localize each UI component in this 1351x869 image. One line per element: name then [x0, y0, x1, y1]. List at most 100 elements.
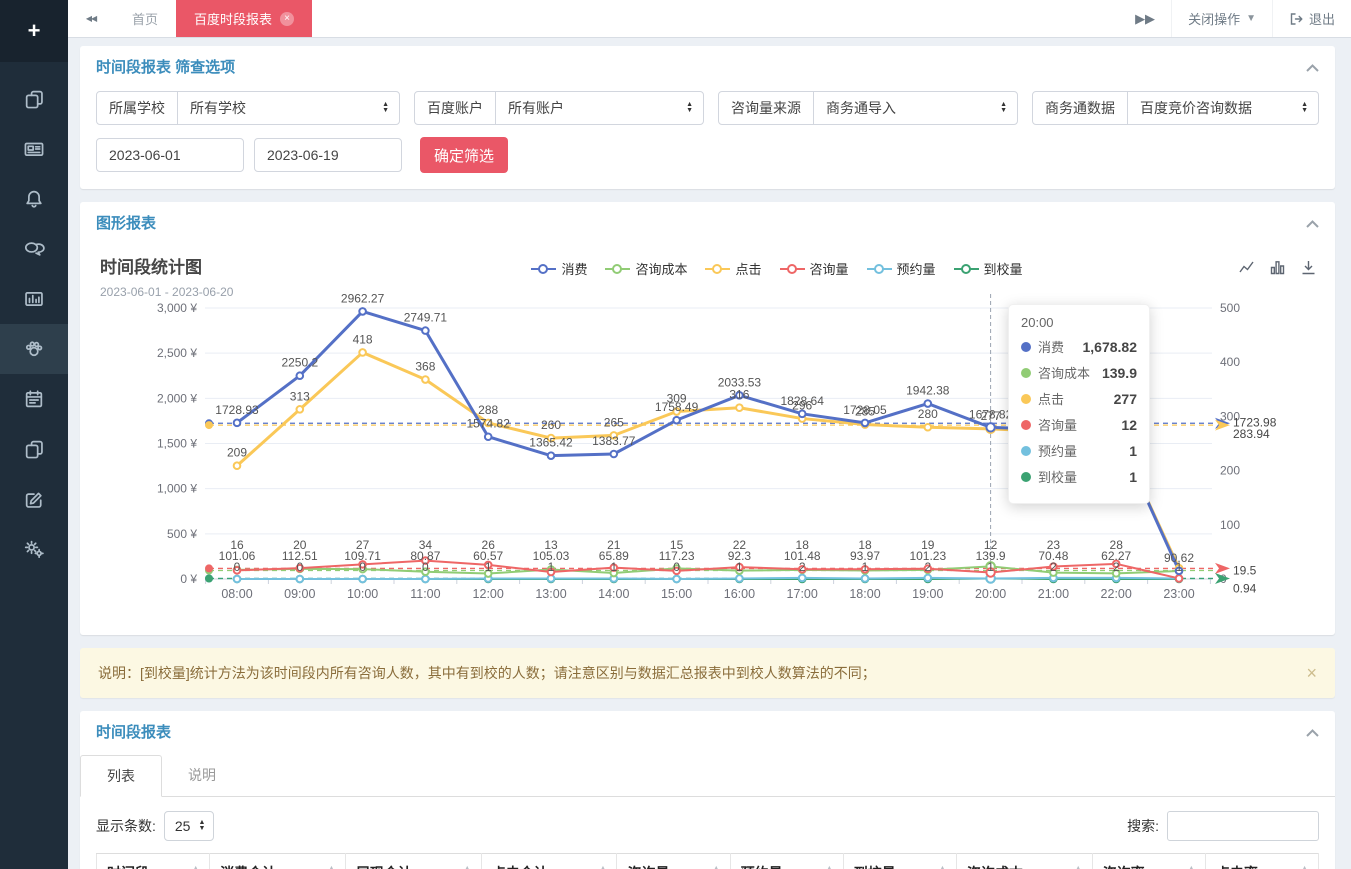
- close-operations-label: 关闭操作: [1188, 9, 1240, 28]
- swt-data-select-group: 商务通数据 百度竞价咨询数据 ▲▼: [1032, 91, 1319, 125]
- legend-item-消费[interactable]: 消费: [531, 259, 587, 278]
- page-size-select[interactable]: 25 ▲▼: [164, 811, 215, 841]
- collapse-chevron-icon[interactable]: [1306, 724, 1319, 740]
- confirm-filter-button[interactable]: 确定筛选: [420, 137, 508, 173]
- sidebar-add-button[interactable]: +: [0, 0, 68, 62]
- svg-text:23:00: 23:00: [1163, 587, 1194, 601]
- sidebar-item-gears[interactable]: [0, 524, 68, 574]
- column-header[interactable]: 咨询率▲▼: [1092, 854, 1205, 869]
- tabs-scroll-right-button[interactable]: ▶▶: [1119, 0, 1171, 37]
- filter-panel-title: 时间段报表 筛查选项: [96, 56, 235, 77]
- tab-description[interactable]: 说明: [162, 755, 242, 797]
- svg-text:283.94: 283.94: [1233, 427, 1270, 441]
- date-to-input[interactable]: 2023-06-19: [254, 138, 402, 172]
- column-header-label: 点击率: [1216, 865, 1258, 869]
- school-select-group: 所属学校 所有学校 ▲▼: [96, 91, 400, 125]
- svg-text:288: 288: [478, 403, 498, 417]
- tooltip-title: 20:00: [1021, 315, 1137, 330]
- sidebar-item-files[interactable]: [0, 424, 68, 474]
- tab-close-icon[interactable]: ×: [280, 12, 294, 26]
- svg-text:1728.05: 1728.05: [843, 403, 887, 417]
- svg-text:21: 21: [607, 538, 621, 552]
- svg-text:19.5: 19.5: [1233, 563, 1257, 577]
- legend-item-预约量[interactable]: 预约量: [867, 259, 936, 278]
- tab-baidu-report[interactable]: 百度时段报表 ×: [176, 0, 312, 37]
- collapse-chevron-icon[interactable]: [1306, 215, 1319, 231]
- tooltip-row: 消费1,678.82: [1021, 337, 1137, 356]
- sidebar-item-edit[interactable]: [0, 474, 68, 524]
- close-operations-dropdown[interactable]: 关闭操作 ▼: [1171, 0, 1272, 37]
- select-arrows-icon: ▲▼: [382, 102, 389, 114]
- sidebar-item-newspaper[interactable]: [0, 124, 68, 174]
- date-from-value: 2023-06-01: [109, 147, 181, 163]
- swt-data-select[interactable]: 百度竞价咨询数据 ▲▼: [1128, 92, 1318, 124]
- baidu-account-select-group: 百度账户 所有账户 ▲▼: [414, 91, 704, 125]
- chart-tooltip: 20:00消费1,678.82咨询成本139.9点击277咨询量12预约量1到校…: [1008, 304, 1150, 504]
- tab-list[interactable]: 列表: [80, 755, 162, 797]
- column-header[interactable]: 点击合计▲▼: [481, 854, 617, 869]
- legend-label: 咨询成本: [635, 259, 687, 278]
- column-header[interactable]: 预约量▲▼: [730, 854, 843, 869]
- column-header[interactable]: 到校量▲▼: [843, 854, 956, 869]
- column-header[interactable]: 咨询成本▲▼: [956, 854, 1092, 869]
- svg-text:3,000 ¥: 3,000 ¥: [157, 301, 197, 315]
- sidebar-item-comments[interactable]: [0, 224, 68, 274]
- filter-row-1: 所属学校 所有学校 ▲▼ 百度账户 所有账户 ▲▼: [80, 87, 1335, 125]
- svg-text:1383.77: 1383.77: [592, 434, 636, 448]
- legend-item-点击[interactable]: 点击: [705, 259, 761, 278]
- calendar-icon: [23, 388, 45, 410]
- svg-text:12: 12: [984, 538, 998, 552]
- svg-text:18: 18: [858, 538, 872, 552]
- legend-item-咨询量[interactable]: 咨询量: [780, 259, 849, 278]
- tab-home[interactable]: 首页: [114, 0, 176, 37]
- download-icon[interactable]: [1300, 259, 1317, 276]
- school-select[interactable]: 所有学校 ▲▼: [178, 92, 399, 124]
- legend-item-咨询成本[interactable]: 咨询成本: [605, 259, 687, 278]
- legend-label: 点击: [735, 259, 761, 278]
- legend-marker-icon: [867, 264, 892, 274]
- logout-button[interactable]: 退出: [1272, 0, 1351, 37]
- chart-title-box: 时间段统计图 2023-06-01 - 2023-06-20: [100, 253, 330, 299]
- svg-text:28: 28: [1110, 538, 1124, 552]
- bar-chart-tool-icon[interactable]: [1269, 259, 1286, 276]
- sidebar-item-bell[interactable]: [0, 174, 68, 224]
- chart-toolbox: [1238, 259, 1317, 276]
- column-header[interactable]: 展现合计▲▼: [345, 854, 481, 869]
- report-table: 时间段▲▼消费合计▲▼展现合计▲▼点击合计▲▼咨询量▲▼预约量▲▼到校量▲▼咨询…: [96, 853, 1319, 869]
- svg-text:265: 265: [604, 415, 624, 429]
- tabs-scroll-left-button[interactable]: ◀◀: [68, 0, 114, 37]
- baidu-account-select-value: 所有账户: [508, 98, 564, 118]
- sidebar-item-bar-chart[interactable]: [0, 274, 68, 324]
- select-arrows-icon: ▲▼: [198, 820, 205, 832]
- table-tabstrip: 列表 说明: [80, 754, 1335, 797]
- svg-text:21:00: 21:00: [1038, 587, 1069, 601]
- column-header[interactable]: 消费合计▲▼: [210, 854, 346, 869]
- note-close-icon[interactable]: ×: [1306, 664, 1317, 682]
- baidu-account-select[interactable]: 所有账户 ▲▼: [496, 92, 703, 124]
- search-input[interactable]: [1167, 811, 1319, 841]
- svg-text:316: 316: [729, 388, 749, 402]
- logout-icon: [1289, 12, 1303, 26]
- plus-icon: +: [28, 18, 41, 44]
- baidu-account-select-label: 百度账户: [415, 92, 496, 124]
- collapse-chevron-icon[interactable]: [1306, 59, 1319, 75]
- column-header[interactable]: 点击率▲▼: [1205, 854, 1318, 869]
- svg-text:0 ¥: 0 ¥: [180, 572, 197, 586]
- column-header[interactable]: 咨询量▲▼: [617, 854, 730, 869]
- svg-text:20:00: 20:00: [975, 587, 1006, 601]
- svg-text:2250.2: 2250.2: [281, 356, 318, 370]
- svg-text:1942.38: 1942.38: [906, 384, 950, 398]
- sidebar-item-documents[interactable]: [0, 74, 68, 124]
- column-header-label: 展现合计: [356, 865, 412, 869]
- legend-item-到校量[interactable]: 到校量: [954, 259, 1023, 278]
- sidebar-item-paw[interactable]: [0, 324, 68, 374]
- date-from-input[interactable]: 2023-06-01: [96, 138, 244, 172]
- gears-icon: [23, 538, 45, 560]
- chart-panel: 图形报表 时间段统计图 2023-06-01 - 2023-06-20 消费咨询…: [80, 202, 1335, 635]
- line-chart-tool-icon[interactable]: [1238, 259, 1255, 276]
- svg-text:1828.64: 1828.64: [781, 394, 825, 408]
- inquiry-source-select[interactable]: 商务通导入 ▲▼: [814, 92, 1017, 124]
- svg-text:20: 20: [293, 538, 307, 552]
- sidebar-item-calendar[interactable]: [0, 374, 68, 424]
- column-header[interactable]: 时间段▲▼: [97, 854, 210, 869]
